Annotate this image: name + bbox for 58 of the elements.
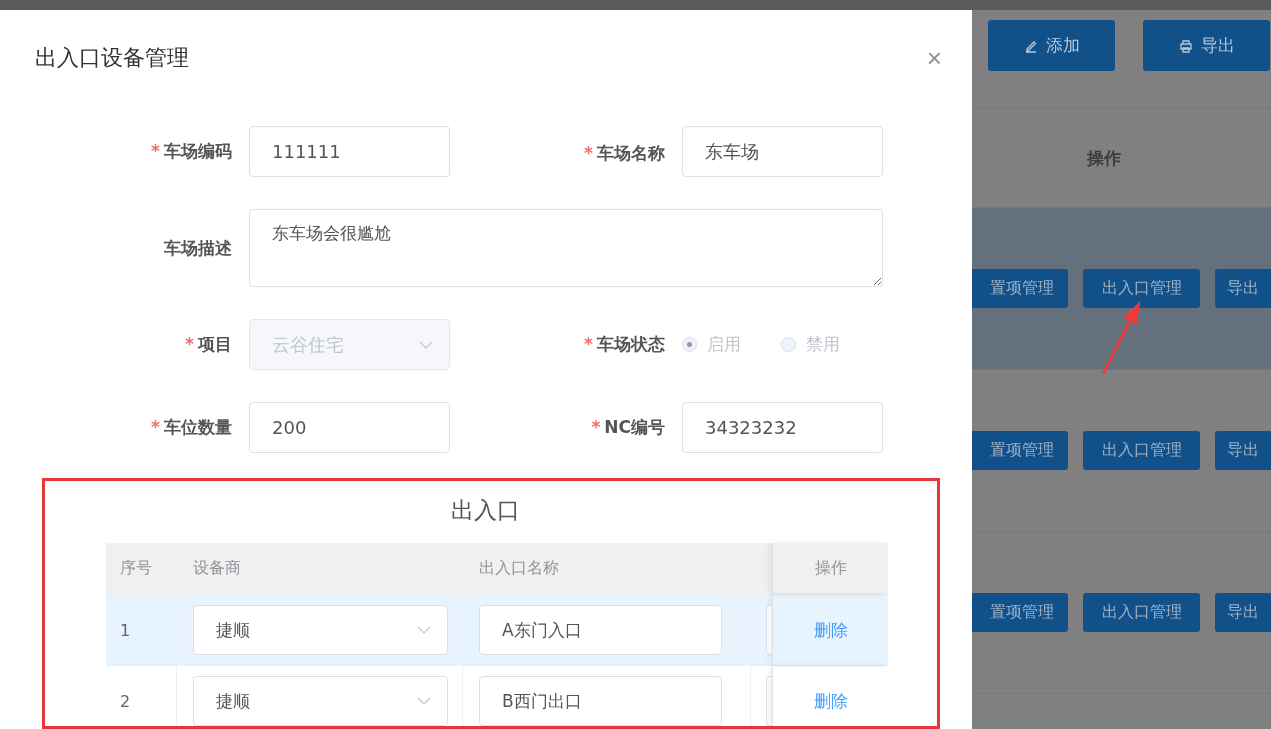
input-field[interactable]: A东门入口 <box>479 605 722 655</box>
input-field[interactable] <box>766 605 772 655</box>
column-header: 序号 <box>106 543 177 594</box>
table-row[interactable]: 置项管理 出入口管理 导出 <box>972 532 1271 694</box>
textarea-field[interactable]: 东车场会很尴尬 <box>249 209 883 287</box>
toolbar-button[interactable]: 导出 <box>1143 20 1270 71</box>
select-field[interactable]: 捷顺 <box>193 605 448 655</box>
close-button[interactable]: × <box>926 44 942 71</box>
table-cell: 2 <box>106 666 177 729</box>
printer-icon <box>1178 38 1193 53</box>
table-row[interactable]: 置项管理 出入口管理 导出 <box>972 208 1271 370</box>
delete-link[interactable]: 删除 <box>813 618 848 642</box>
action-button[interactable]: 导出 <box>1215 431 1271 470</box>
column-header: 设备商 <box>177 543 463 594</box>
chevron-icon <box>417 697 431 705</box>
input-field[interactable]: 东车场 <box>682 126 883 177</box>
field-label: 车场名称 <box>597 143 665 163</box>
table-row[interactable]: 1 捷顺 A东门入口 删除 <box>106 595 888 666</box>
field-label: 车场描述 <box>164 237 232 258</box>
section-title: 出入口 <box>449 496 521 525</box>
input-field[interactable]: 34323232 <box>682 402 883 453</box>
action-button[interactable]: 导出 <box>1215 269 1271 308</box>
required-mark: * <box>151 141 160 161</box>
field-label: 车场编码 <box>164 141 232 161</box>
required-mark: * <box>151 417 160 437</box>
input-field[interactable]: B西门出口 <box>479 676 722 726</box>
field-label: 车场状态 <box>597 334 665 354</box>
required-mark: * <box>584 334 593 354</box>
chevron-icon <box>419 340 433 349</box>
action-button[interactable]: 置项管理 <box>972 269 1068 308</box>
field-label: NC编号 <box>604 417 665 437</box>
field-label: 项目 <box>198 334 232 354</box>
required-mark: * <box>185 334 194 354</box>
field-label: 车位数量 <box>164 417 232 437</box>
column-header: 操作 <box>773 543 888 594</box>
input-field[interactable]: 111111 <box>249 126 450 177</box>
action-button[interactable]: 出入口管理 <box>1083 593 1200 632</box>
required-mark: * <box>591 417 601 437</box>
delete-link[interactable]: 删除 <box>813 689 848 713</box>
chevron-icon <box>417 626 431 634</box>
action-button[interactable]: 出入口管理 <box>1083 269 1200 308</box>
action-button[interactable]: 置项管理 <box>972 431 1068 470</box>
dialog-title: 出入口设备管理 <box>35 43 189 72</box>
action-button[interactable]: 导出 <box>1215 593 1271 632</box>
select-field[interactable]: 捷顺 <box>193 676 448 726</box>
input-field[interactable] <box>766 676 772 726</box>
toolbar-button[interactable]: 添加 <box>988 20 1115 71</box>
table-row[interactable]: 置项管理 出入口管理 导出 <box>972 370 1271 532</box>
action-button[interactable]: 出入口管理 <box>1083 431 1200 470</box>
action-button[interactable]: 置项管理 <box>972 593 1068 632</box>
input-field[interactable]: 200 <box>249 402 450 453</box>
radio-label: 禁用 <box>806 333 840 356</box>
column-header: 操作 <box>1086 146 1121 170</box>
table-cell: 1 <box>106 595 177 665</box>
required-mark: * <box>584 143 593 163</box>
table-row[interactable]: 2 捷顺 B西门出口 删除 <box>106 666 888 729</box>
radio-label: 启用 <box>707 333 741 356</box>
column-header: 出入口名称 <box>463 543 751 594</box>
